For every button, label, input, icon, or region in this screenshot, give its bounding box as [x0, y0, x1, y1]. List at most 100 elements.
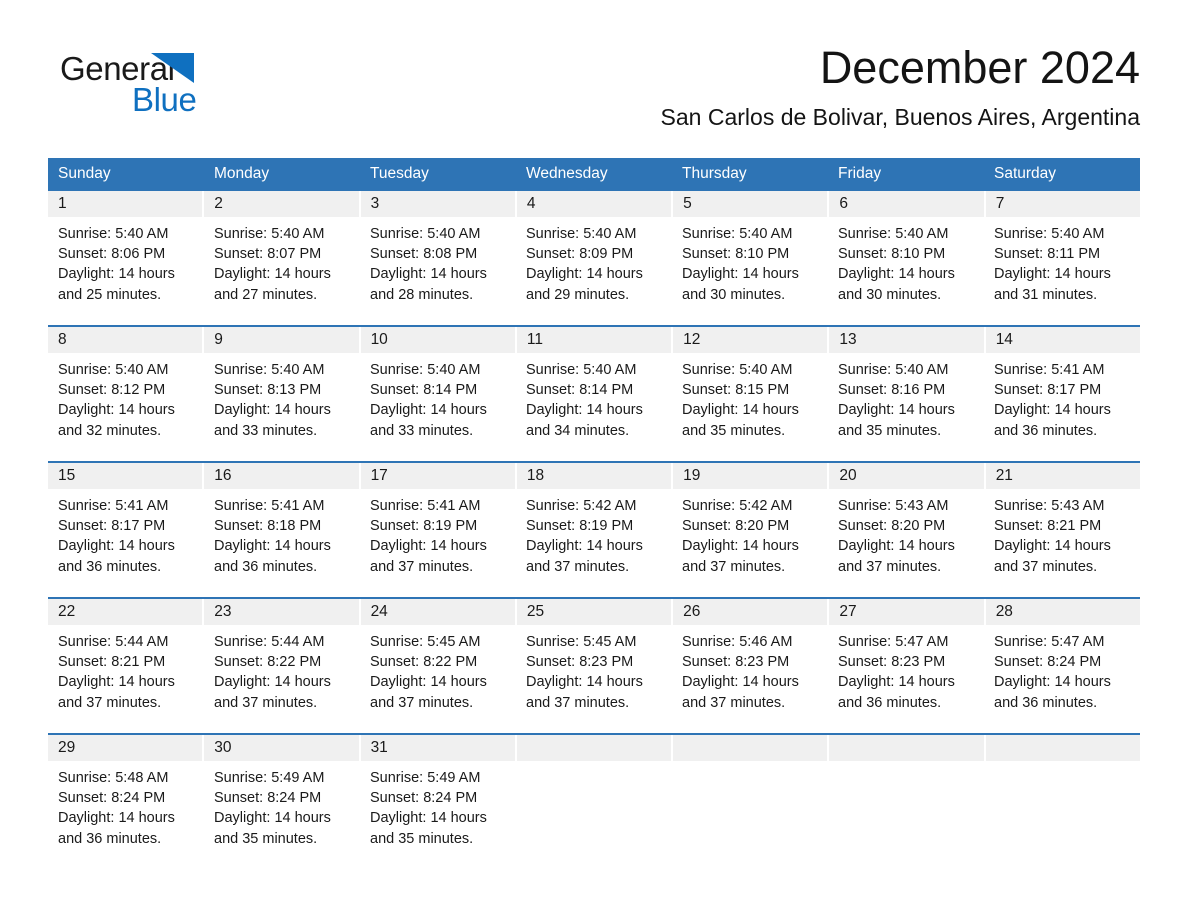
- day-cell[interactable]: Sunrise: 5:47 AM Sunset: 8:24 PM Dayligh…: [984, 625, 1140, 733]
- day-cell[interactable]: Sunrise: 5:44 AM Sunset: 8:21 PM Dayligh…: [48, 625, 204, 733]
- day-cell[interactable]: Sunrise: 5:43 AM Sunset: 8:20 PM Dayligh…: [828, 489, 984, 597]
- sunset-text: Sunset: 8:20 PM: [838, 518, 946, 535]
- day-cell[interactable]: Sunrise: 5:40 AM Sunset: 8:10 PM Dayligh…: [672, 217, 828, 325]
- sunrise-text: Sunrise: 5:43 AM: [838, 498, 949, 514]
- week-daynumber-band: 8 9 10 11 12 13 14: [48, 327, 1140, 353]
- daylight-text-line2: and 37 minutes.: [58, 694, 162, 711]
- day-number[interactable]: 15: [48, 463, 205, 489]
- day-cell[interactable]: Sunrise: 5:44 AM Sunset: 8:22 PM Dayligh…: [204, 625, 360, 733]
- day-cell[interactable]: Sunrise: 5:42 AM Sunset: 8:19 PM Dayligh…: [516, 489, 672, 597]
- sunrise-text: Sunrise: 5:44 AM: [58, 634, 169, 650]
- day-number[interactable]: 6: [829, 191, 986, 217]
- day-number[interactable]: 19: [673, 463, 830, 489]
- day-cell[interactable]: Sunrise: 5:49 AM Sunset: 8:24 PM Dayligh…: [204, 761, 360, 869]
- day-cell[interactable]: Sunrise: 5:40 AM Sunset: 8:16 PM Dayligh…: [828, 353, 984, 461]
- day-number[interactable]: 14: [986, 327, 1140, 353]
- day-number[interactable]: 31: [361, 735, 517, 761]
- logo-text-blue: Blue: [132, 81, 197, 118]
- daylight-text-line2: and 28 minutes.: [370, 286, 474, 303]
- sunrise-text: Sunrise: 5:46 AM: [682, 634, 793, 650]
- day-number[interactable]: 25: [517, 599, 674, 625]
- day-cell[interactable]: Sunrise: 5:45 AM Sunset: 8:22 PM Dayligh…: [360, 625, 516, 733]
- calendar-week-row: 22 23 24 25 26 27 28 Sunrise: 5:44 AM Su…: [48, 597, 1140, 733]
- sunset-text: Sunset: 8:17 PM: [994, 382, 1102, 399]
- daylight-text-line1: Daylight: 14 hours: [994, 402, 1111, 419]
- day-cell[interactable]: Sunrise: 5:47 AM Sunset: 8:23 PM Dayligh…: [828, 625, 984, 733]
- day-number[interactable]: 1: [48, 191, 205, 217]
- sunset-text: Sunset: 8:19 PM: [370, 518, 478, 535]
- day-number[interactable]: 2: [204, 191, 361, 217]
- calendar-page: General Blue December 2024 San Carlos de…: [0, 0, 1188, 918]
- weekday-friday: Friday: [838, 165, 882, 182]
- day-cell[interactable]: Sunrise: 5:41 AM Sunset: 8:17 PM Dayligh…: [48, 489, 204, 597]
- day-number[interactable]: 29: [48, 735, 205, 761]
- sunset-text: Sunset: 8:24 PM: [214, 790, 322, 807]
- sunset-text: Sunset: 8:17 PM: [58, 518, 166, 535]
- day-number[interactable]: 3: [361, 191, 517, 217]
- day-number[interactable]: 26: [673, 599, 830, 625]
- day-cell[interactable]: Sunrise: 5:40 AM Sunset: 8:07 PM Dayligh…: [204, 217, 360, 325]
- day-number[interactable]: 5: [673, 191, 830, 217]
- sunrise-text: Sunrise: 5:41 AM: [58, 498, 169, 514]
- day-number[interactable]: 28: [986, 599, 1140, 625]
- day-cell[interactable]: Sunrise: 5:40 AM Sunset: 8:11 PM Dayligh…: [984, 217, 1140, 325]
- daylight-text-line2: and 36 minutes.: [838, 694, 942, 711]
- day-number[interactable]: 9: [204, 327, 361, 353]
- day-number[interactable]: 13: [829, 327, 986, 353]
- day-number[interactable]: 21: [986, 463, 1140, 489]
- location-subtitle: San Carlos de Bolivar, Buenos Aires, Arg…: [660, 104, 1140, 131]
- daylight-text-line1: Daylight: 14 hours: [526, 538, 643, 555]
- day-cell[interactable]: Sunrise: 5:40 AM Sunset: 8:06 PM Dayligh…: [48, 217, 204, 325]
- day-number[interactable]: 10: [361, 327, 517, 353]
- day-cell[interactable]: Sunrise: 5:40 AM Sunset: 8:13 PM Dayligh…: [204, 353, 360, 461]
- day-number[interactable]: 12: [673, 327, 830, 353]
- day-cell[interactable]: Sunrise: 5:41 AM Sunset: 8:18 PM Dayligh…: [204, 489, 360, 597]
- daylight-text-line1: Daylight: 14 hours: [214, 810, 331, 827]
- day-cell[interactable]: Sunrise: 5:45 AM Sunset: 8:23 PM Dayligh…: [516, 625, 672, 733]
- day-cell[interactable]: Sunrise: 5:40 AM Sunset: 8:10 PM Dayligh…: [828, 217, 984, 325]
- day-cell[interactable]: Sunrise: 5:40 AM Sunset: 8:15 PM Dayligh…: [672, 353, 828, 461]
- day-cell[interactable]: Sunrise: 5:40 AM Sunset: 8:14 PM Dayligh…: [516, 353, 672, 461]
- daylight-text-line2: and 35 minutes.: [682, 422, 786, 439]
- sunrise-text: Sunrise: 5:40 AM: [214, 226, 325, 242]
- daylight-text-line1: Daylight: 14 hours: [214, 538, 331, 555]
- general-blue-logo[interactable]: General Blue: [60, 52, 290, 124]
- day-number[interactable]: 23: [204, 599, 361, 625]
- day-cell-empty: [984, 761, 1140, 869]
- day-cell[interactable]: Sunrise: 5:48 AM Sunset: 8:24 PM Dayligh…: [48, 761, 204, 869]
- day-number[interactable]: 7: [986, 191, 1140, 217]
- daylight-text-line2: and 37 minutes.: [370, 558, 474, 575]
- day-cell[interactable]: Sunrise: 5:40 AM Sunset: 8:12 PM Dayligh…: [48, 353, 204, 461]
- day-number[interactable]: 17: [361, 463, 517, 489]
- day-cell[interactable]: Sunrise: 5:41 AM Sunset: 8:19 PM Dayligh…: [360, 489, 516, 597]
- day-number[interactable]: 27: [829, 599, 986, 625]
- daylight-text-line1: Daylight: 14 hours: [994, 266, 1111, 283]
- day-number[interactable]: 22: [48, 599, 205, 625]
- day-number[interactable]: 30: [204, 735, 361, 761]
- day-number[interactable]: 16: [204, 463, 361, 489]
- day-cell[interactable]: Sunrise: 5:40 AM Sunset: 8:08 PM Dayligh…: [360, 217, 516, 325]
- day-cell[interactable]: Sunrise: 5:49 AM Sunset: 8:24 PM Dayligh…: [360, 761, 516, 869]
- day-cell[interactable]: Sunrise: 5:40 AM Sunset: 8:09 PM Dayligh…: [516, 217, 672, 325]
- day-cell[interactable]: Sunrise: 5:41 AM Sunset: 8:17 PM Dayligh…: [984, 353, 1140, 461]
- day-number[interactable]: 11: [517, 327, 674, 353]
- day-cell[interactable]: Sunrise: 5:46 AM Sunset: 8:23 PM Dayligh…: [672, 625, 828, 733]
- day-cell-empty: [828, 761, 984, 869]
- day-cell[interactable]: Sunrise: 5:43 AM Sunset: 8:21 PM Dayligh…: [984, 489, 1140, 597]
- day-number[interactable]: 18: [517, 463, 674, 489]
- sunset-text: Sunset: 8:07 PM: [214, 246, 322, 263]
- day-cell[interactable]: Sunrise: 5:40 AM Sunset: 8:14 PM Dayligh…: [360, 353, 516, 461]
- daylight-text-line1: Daylight: 14 hours: [58, 538, 175, 555]
- sunrise-text: Sunrise: 5:40 AM: [58, 362, 169, 378]
- day-number[interactable]: 20: [829, 463, 986, 489]
- sunset-text: Sunset: 8:16 PM: [838, 382, 946, 399]
- day-number[interactable]: 8: [48, 327, 205, 353]
- sunrise-text: Sunrise: 5:40 AM: [370, 226, 481, 242]
- sunrise-text: Sunrise: 5:40 AM: [682, 226, 793, 242]
- sunrise-text: Sunrise: 5:49 AM: [214, 770, 325, 786]
- day-cell[interactable]: Sunrise: 5:42 AM Sunset: 8:20 PM Dayligh…: [672, 489, 828, 597]
- day-number[interactable]: 24: [361, 599, 517, 625]
- day-cell-empty: [672, 761, 828, 869]
- day-number[interactable]: 4: [517, 191, 674, 217]
- daylight-text-line1: Daylight: 14 hours: [214, 674, 331, 691]
